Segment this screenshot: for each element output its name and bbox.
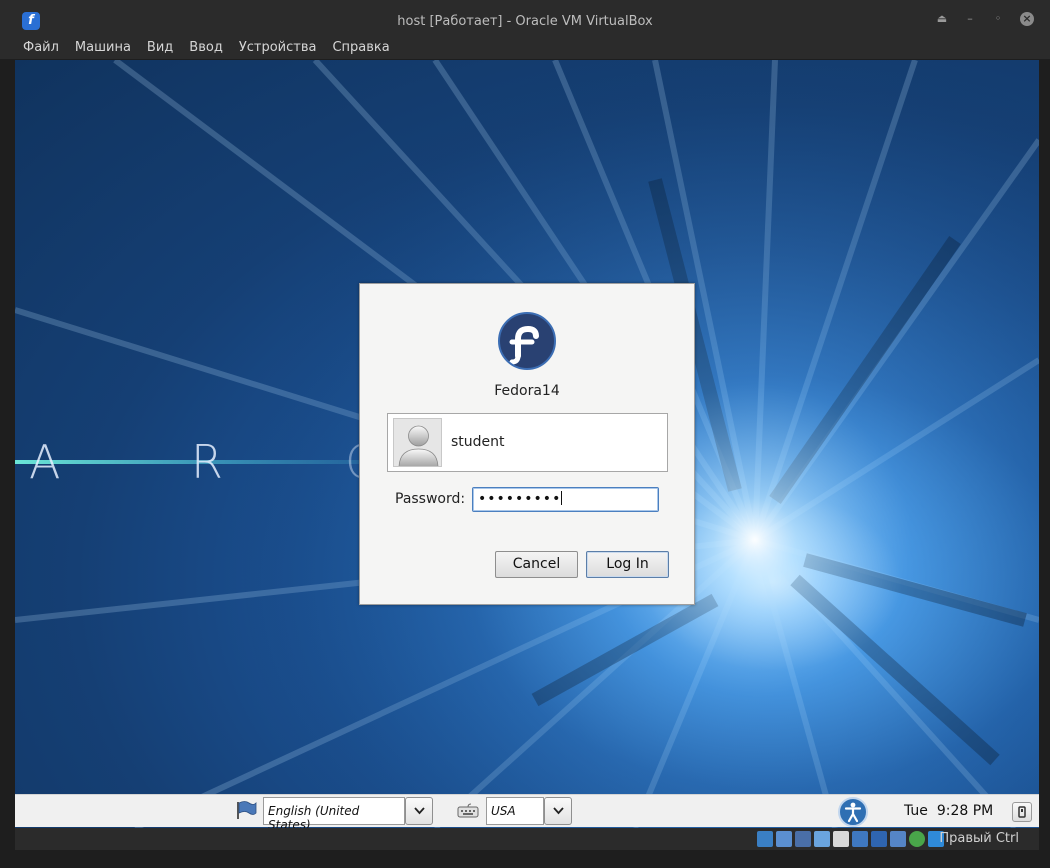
usb-icon[interactable] xyxy=(814,831,830,847)
display-icon[interactable] xyxy=(852,831,868,847)
menu-devices[interactable]: Устройства xyxy=(231,37,325,59)
clock-time: 9:28 PM xyxy=(936,803,994,819)
language-dropdown-button[interactable] xyxy=(405,797,433,825)
power-button[interactable] xyxy=(1012,802,1032,822)
keep-above-icon[interactable]: ⏏ xyxy=(936,13,948,25)
user-avatar-icon xyxy=(393,418,442,467)
wallpaper-letter: R xyxy=(191,435,223,489)
window-title: host [Работает] - Oracle VM VirtualBox xyxy=(397,14,653,29)
menu-help[interactable]: Справка xyxy=(324,37,397,59)
log-in-button[interactable]: Log In xyxy=(586,551,669,578)
menu-input[interactable]: Ввод xyxy=(181,37,231,59)
vm-screen[interactable]: A R C Fedora14 xyxy=(15,60,1039,828)
panel-clock[interactable]: Tue 9:28 PM xyxy=(904,803,993,819)
close-icon[interactable]: × xyxy=(1020,12,1034,26)
menu-file[interactable]: Файл xyxy=(15,37,67,59)
fedora-logo-icon xyxy=(498,312,556,370)
chevron-down-icon xyxy=(414,807,425,815)
keyboard-layout-dropdown-button[interactable] xyxy=(544,797,572,825)
user-list-item[interactable]: student xyxy=(387,413,668,472)
cpu-icon[interactable] xyxy=(890,831,906,847)
mouse-integration-icon[interactable] xyxy=(909,831,925,847)
maximize-icon[interactable]: ◦ xyxy=(992,13,1004,25)
keyboard-icon xyxy=(457,803,479,818)
window-titlebar[interactable]: f host [Работает] - Oracle VM VirtualBox… xyxy=(0,0,1050,40)
menubar: Файл Машина Вид Ввод Устройства Справка xyxy=(0,37,1050,59)
host-key-label: Правый Ctrl xyxy=(939,831,1019,846)
hdd-icon[interactable] xyxy=(757,831,773,847)
language-select[interactable]: English (United States) xyxy=(263,797,405,832)
host-name: Fedora14 xyxy=(494,383,560,399)
accessibility-icon[interactable] xyxy=(838,797,868,827)
password-label: Password: xyxy=(395,491,466,507)
virtualbox-statusbar: Правый Ctrl xyxy=(15,828,1039,850)
password-field[interactable]: ••••••••• xyxy=(472,487,659,512)
gdm-panel: English (United States) USA Tue 9:28 PM xyxy=(15,794,1039,832)
password-value: ••••••••• xyxy=(478,491,562,507)
language-flag-icon xyxy=(237,801,257,819)
login-dialog: Fedora14 student Password: ••••••••• Can… xyxy=(359,283,695,605)
menu-machine[interactable]: Машина xyxy=(67,37,139,59)
minimize-icon[interactable]: – xyxy=(964,13,976,25)
shared-folders-icon[interactable] xyxy=(833,831,849,847)
chevron-down-icon xyxy=(553,807,564,815)
user-name: student xyxy=(451,434,505,450)
menu-view[interactable]: Вид xyxy=(139,37,181,59)
keyboard-layout-select[interactable]: USA xyxy=(486,797,544,825)
network-icon[interactable] xyxy=(795,831,811,847)
clock-day: Tue xyxy=(904,803,928,819)
video-capture-icon[interactable] xyxy=(871,831,887,847)
wallpaper-letter: A xyxy=(29,435,61,489)
text-caret xyxy=(561,491,563,505)
power-icon xyxy=(1018,806,1026,818)
optical-icon[interactable] xyxy=(776,831,792,847)
cancel-button[interactable]: Cancel xyxy=(495,551,578,578)
